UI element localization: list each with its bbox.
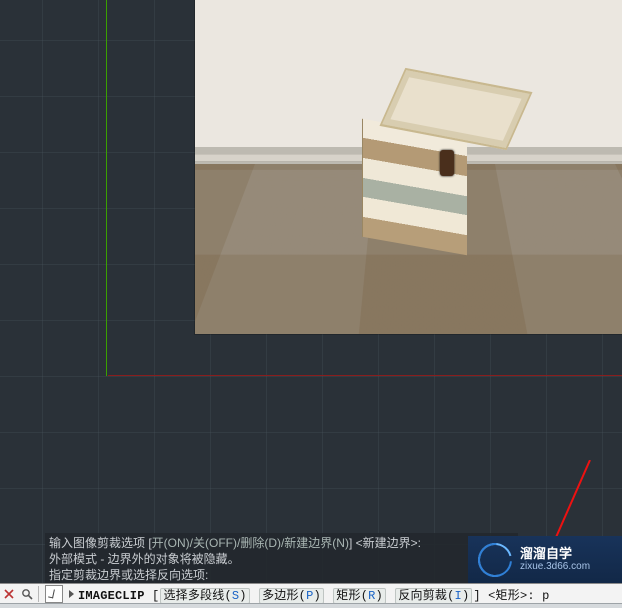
- status-bar[interactable]: [0, 603, 622, 608]
- watermark-url: zixue.3d66.com: [520, 561, 590, 573]
- ucs-y-axis: [106, 0, 107, 376]
- command-name: IMAGECLIP: [78, 589, 145, 603]
- zoom-icon[interactable]: [18, 585, 36, 603]
- image-crate: [375, 80, 535, 280]
- command-history: 输入图像剪裁选项 [开(ON)/关(OFF)/删除(D)/新建边界(N)] <新…: [45, 533, 518, 585]
- command-line-bar[interactable]: IMAGECLIP [选择多段线(S) 多边形(P) 矩形(R) 反向剪裁(I)…: [0, 583, 622, 604]
- inserted-image[interactable]: [195, 0, 622, 334]
- watermark-logo-icon: [472, 537, 518, 583]
- opt-invert-clip[interactable]: 反向剪裁(I): [395, 588, 472, 604]
- command-input-text[interactable]: IMAGECLIP [选择多段线(S) 多边形(P) 矩形(R) 反向剪裁(I)…: [78, 586, 550, 603]
- history-line-1a: 输入图像剪裁选项 [: [49, 536, 152, 550]
- divider: [38, 586, 39, 602]
- ucs-x-axis: [108, 375, 622, 376]
- close-icon[interactable]: [0, 585, 18, 603]
- opt-polygon[interactable]: 多边形(P): [259, 588, 324, 604]
- opt-select-polyline[interactable]: 选择多段线(S): [160, 588, 249, 604]
- history-line-3: 指定剪裁边界或选择反向选项:: [49, 567, 514, 583]
- command-tail: ] <矩形>: p: [473, 589, 549, 603]
- history-line-2: 外部模式 - 边界外的对象将被隐藏。: [49, 551, 514, 567]
- watermark: 溜溜自学 zixue.3d66.com: [468, 536, 622, 584]
- history-line-1b: ] <新建边界>:: [349, 536, 421, 550]
- history-line-1-opts: 开(ON)/关(OFF)/删除(D)/新建边界(N): [152, 536, 349, 550]
- command-input-icon[interactable]: [45, 585, 63, 603]
- chevron-right-icon: [69, 590, 74, 598]
- opt-rectangle[interactable]: 矩形(R): [333, 588, 386, 604]
- watermark-title: 溜溜自学: [520, 547, 590, 561]
- drawing-viewport[interactable]: 输入图像剪裁选项 [开(ON)/关(OFF)/删除(D)/新建边界(N)] <新…: [0, 0, 622, 608]
